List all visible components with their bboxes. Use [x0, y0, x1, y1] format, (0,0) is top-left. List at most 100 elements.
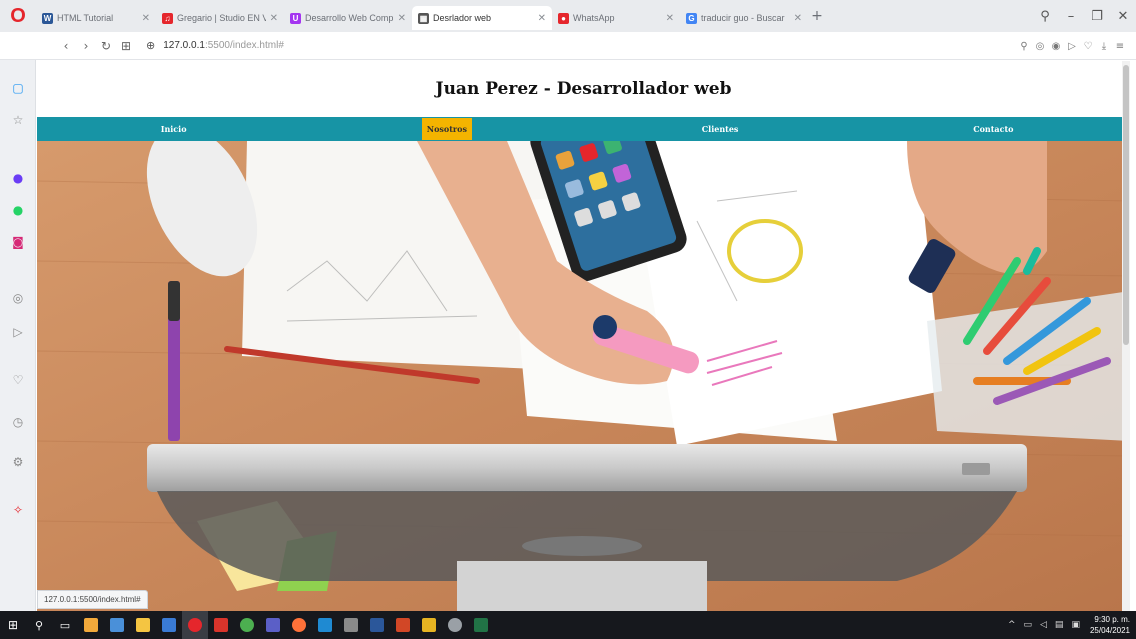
opera-taskbar-icon[interactable] [182, 611, 208, 639]
close-tab-icon[interactable]: ✕ [398, 13, 406, 24]
browser-tab[interactable]: ♫ Gregario | Studio EN VI ✕ [156, 6, 284, 30]
app-icon-4[interactable] [442, 611, 468, 639]
star-icon[interactable]: ☆ [8, 110, 28, 130]
close-tab-icon[interactable]: ✕ [794, 13, 802, 24]
tab-title: traducir guo - Buscar [701, 13, 785, 23]
notifications-icon[interactable]: ▣ [1071, 620, 1080, 630]
start-button[interactable]: ⊞ [0, 611, 26, 639]
volume-icon[interactable]: ◁ [1040, 620, 1047, 630]
tab-favicon-icon: ● [558, 12, 569, 24]
vscode-icon[interactable] [312, 611, 338, 639]
tab-favicon-icon: G [686, 12, 697, 24]
windows-taskbar: ⊞ ⚲ ▭ ^ ▭ ◁ ▤ ▣ 9:30 p. m. 25/04/2021 [0, 611, 1136, 639]
close-tab-icon[interactable]: ✕ [142, 13, 150, 24]
heart-icon[interactable]: ♡ [8, 370, 28, 390]
address-bar: ‹ › ↻ ⊞ ⊕ 127.0.0.1:5500/index.html# ⚲ ◎… [0, 32, 1136, 60]
task-view-icon[interactable]: ▭ [52, 611, 78, 639]
page-scrollbar[interactable] [1122, 61, 1130, 611]
menu-item-inicio[interactable]: Inicio [37, 117, 310, 141]
app-icon-2[interactable] [338, 611, 364, 639]
clock-time: 9:30 p. m. [1094, 615, 1130, 624]
vpn-icon[interactable]: ◉ [1048, 41, 1064, 52]
browser-tab[interactable]: U Desarrollo Web Compl ✕ [284, 6, 412, 30]
url-path: :5500/index.html# [204, 40, 284, 51]
settings-icon[interactable]: ⚙ [8, 452, 28, 472]
browser-tab[interactable]: Gtraducir guo - Buscar ✕ [680, 6, 808, 30]
download-icon[interactable]: ⤓ [1096, 41, 1112, 52]
url-host: 127.0.0.1 [163, 40, 205, 51]
workspace-icon[interactable]: ▢ [8, 78, 28, 98]
menu-item-label: Inicio [160, 124, 187, 134]
search-tabs-icon[interactable]: ⚲ [1032, 9, 1058, 24]
firefox-icon[interactable] [286, 611, 312, 639]
powerpoint-icon[interactable] [390, 611, 416, 639]
extensions-icon[interactable]: ✧ [8, 500, 28, 520]
whatsapp-icon[interactable]: ● [8, 200, 28, 220]
messenger-icon[interactable]: ● [8, 168, 28, 188]
language-icon[interactable]: ▤ [1055, 620, 1064, 630]
clock-date: 25/04/2021 [1089, 626, 1130, 635]
calendar-app-icon[interactable] [78, 611, 104, 639]
excel-icon[interactable] [468, 611, 494, 639]
web-page: Juan Perez - Desarrollador web Inicio Nos… [37, 61, 1130, 611]
word-icon[interactable] [364, 611, 390, 639]
window-controls: ⚲ – ❐ ✕ [1032, 0, 1136, 32]
restore-button[interactable]: ❐ [1084, 9, 1110, 24]
send-icon[interactable]: ▷ [8, 322, 28, 342]
instagram-icon[interactable]: ◙ [8, 232, 28, 252]
close-window-button[interactable]: ✕ [1110, 9, 1136, 24]
tab-favicon-icon: ♫ [162, 12, 173, 24]
url-field[interactable]: ⊕ 127.0.0.1:5500/index.html# [146, 39, 284, 52]
search-icon[interactable]: ⚲ [1016, 41, 1032, 52]
bookmark-heart-icon[interactable]: ♡ [1080, 41, 1096, 52]
tab-title: WhatsApp [573, 13, 615, 23]
opera-logo-icon[interactable]: O [0, 0, 36, 32]
tab-favicon-icon: ▦ [418, 12, 429, 24]
browser-tab-strip: O W HTML Tutorial ✕ ♫ Gregario | Studio EN V… [0, 0, 1136, 32]
desk-photo-illustration [37, 141, 1130, 611]
mail-icon[interactable] [156, 611, 182, 639]
chrome-icon[interactable] [234, 611, 260, 639]
flow-icon[interactable]: ▷ [1064, 41, 1080, 52]
minimize-button[interactable]: – [1058, 9, 1084, 24]
new-tab-button[interactable]: + [808, 8, 826, 24]
file-explorer-icon[interactable] [130, 611, 156, 639]
reload-icon[interactable]: ↻ [96, 39, 116, 53]
taskbar-clock[interactable]: 9:30 p. m. 25/04/2021 [1090, 614, 1130, 636]
status-bar-url: 127.0.0.1:5500/index.html# [37, 590, 148, 609]
tab-title: Desarrollo Web Compl [305, 13, 394, 23]
menu-item-label: Clientes [701, 124, 739, 134]
menu-item-contacto[interactable]: Contacto [857, 117, 1130, 141]
scrollbar-thumb[interactable] [1123, 65, 1129, 345]
search-taskbar-icon[interactable]: ⚲ [26, 611, 52, 639]
menu-icon[interactable]: ≡ [1112, 41, 1128, 52]
system-tray: ^ ▭ ◁ ▤ ▣ 9:30 p. m. 25/04/2021 [1004, 611, 1130, 639]
snapshot-icon[interactable]: ◎ [1032, 41, 1048, 52]
tab-favicon-icon: U [290, 12, 301, 24]
chevron-up-icon[interactable]: ^ [1008, 620, 1016, 630]
close-tab-icon[interactable]: ✕ [538, 13, 546, 24]
browser-tab[interactable]: ● WhatsApp ✕ [552, 6, 680, 30]
network-icon[interactable]: ▭ [1023, 620, 1032, 630]
close-tab-icon[interactable]: ✕ [270, 13, 278, 24]
app-icon-3[interactable] [416, 611, 442, 639]
menu-item-nosotros[interactable]: Nosotros [310, 117, 583, 141]
tab-title: Gregario | Studio EN VI [177, 13, 266, 23]
browser-tab[interactable]: ▦ Desrlador web ✕ [412, 6, 552, 30]
history-icon[interactable]: ◷ [8, 412, 28, 432]
back-icon[interactable]: ‹ [56, 39, 76, 53]
teams-icon[interactable] [260, 611, 286, 639]
page-title: Juan Perez - Desarrollador web [435, 79, 732, 99]
browser-tab[interactable]: W HTML Tutorial ✕ [36, 6, 156, 30]
acrobat-icon[interactable] [208, 611, 234, 639]
speed-dial-icon[interactable]: ⊞ [116, 39, 136, 53]
main-menu: Inicio Nosotros Clientes Contacto [37, 117, 1130, 141]
tab-title: Desrlador web [433, 13, 492, 23]
forward-icon[interactable]: › [76, 39, 96, 53]
menu-item-clientes[interactable]: Clientes [584, 117, 857, 141]
menu-item-label: Contacto [973, 124, 1014, 134]
site-info-icon[interactable]: ⊕ [146, 39, 155, 52]
close-tab-icon[interactable]: ✕ [666, 13, 674, 24]
app-icon-1[interactable] [104, 611, 130, 639]
player-icon[interactable]: ◎ [8, 288, 28, 308]
